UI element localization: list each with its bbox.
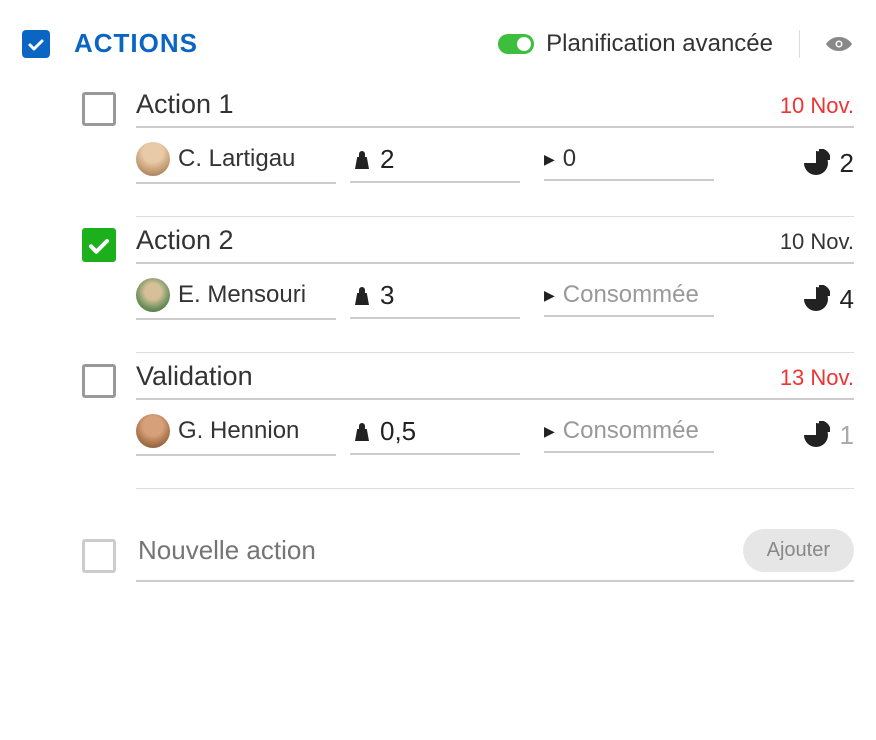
action-date: 13 Nov. bbox=[780, 365, 854, 391]
new-action-checkbox[interactable] bbox=[82, 539, 116, 573]
weight-icon bbox=[350, 283, 374, 307]
toggle-switch-icon bbox=[498, 34, 534, 54]
avatar bbox=[136, 278, 170, 312]
action-item: Action 1 10 Nov. C. Lartigau 2 ▶ 0 2 bbox=[82, 89, 854, 217]
assignee-field[interactable]: E. Mensouri bbox=[136, 278, 336, 320]
action-item: Validation 13 Nov. G. Hennion 0,5 ▶ Cons… bbox=[82, 361, 854, 489]
add-button[interactable]: Ajouter bbox=[743, 529, 854, 572]
pie-chart-icon bbox=[802, 421, 830, 449]
chart-value: 1 bbox=[840, 420, 854, 451]
action-title-field[interactable]: Action 2 10 Nov. bbox=[136, 225, 854, 264]
weight-field[interactable]: 3 bbox=[350, 280, 520, 319]
toggle-label: Planification avancée bbox=[546, 30, 773, 58]
assignee-field[interactable]: G. Hennion bbox=[136, 414, 336, 456]
new-action-row: Ajouter bbox=[82, 529, 854, 582]
assignee-name: G. Hennion bbox=[178, 417, 299, 445]
assignee-field[interactable]: C. Lartigau bbox=[136, 142, 336, 184]
assignee-name: E. Mensouri bbox=[178, 281, 306, 309]
select-all-checkbox[interactable] bbox=[22, 30, 50, 58]
action-title: Action 2 bbox=[136, 225, 234, 256]
consumed-field[interactable]: ▶ 0 bbox=[544, 145, 714, 181]
avatar bbox=[136, 142, 170, 176]
consumed-field[interactable]: ▶ Consommée bbox=[544, 417, 714, 453]
consumed-value: Consommée bbox=[563, 281, 699, 309]
section-title: ACTIONS bbox=[74, 28, 198, 59]
action-date: 10 Nov. bbox=[780, 229, 854, 255]
new-action-input[interactable] bbox=[136, 534, 743, 567]
weight-icon bbox=[350, 419, 374, 443]
weight-field[interactable]: 0,5 bbox=[350, 416, 520, 455]
visibility-button[interactable] bbox=[800, 29, 854, 59]
avatar bbox=[136, 414, 170, 448]
action-title: Validation bbox=[136, 361, 253, 392]
triangle-icon: ▶ bbox=[544, 151, 555, 168]
chart-field[interactable]: 1 bbox=[802, 420, 854, 451]
weight-field[interactable]: 2 bbox=[350, 144, 520, 183]
action-title-field[interactable]: Validation 13 Nov. bbox=[136, 361, 854, 400]
chart-field[interactable]: 4 bbox=[802, 284, 854, 315]
weight-value: 3 bbox=[380, 280, 394, 311]
action-date: 10 Nov. bbox=[780, 93, 854, 119]
action-title: Action 1 bbox=[136, 89, 234, 120]
action-checkbox[interactable] bbox=[82, 364, 116, 398]
assignee-name: C. Lartigau bbox=[178, 145, 295, 173]
advanced-planning-toggle[interactable]: Planification avancée bbox=[498, 30, 800, 58]
consumed-value: 0 bbox=[563, 145, 576, 173]
weight-value: 0,5 bbox=[380, 416, 416, 447]
triangle-icon: ▶ bbox=[544, 287, 555, 304]
weight-icon bbox=[350, 147, 374, 171]
triangle-icon: ▶ bbox=[544, 423, 555, 440]
action-item: Action 2 10 Nov. E. Mensouri 3 ▶ Consomm… bbox=[82, 225, 854, 353]
action-checkbox[interactable] bbox=[82, 92, 116, 126]
action-checkbox[interactable] bbox=[82, 228, 116, 262]
chart-value: 2 bbox=[840, 148, 854, 179]
pie-chart-icon bbox=[802, 285, 830, 313]
pie-chart-icon bbox=[802, 149, 830, 177]
consumed-value: Consommée bbox=[563, 417, 699, 445]
chart-value: 4 bbox=[840, 284, 854, 315]
chart-field[interactable]: 2 bbox=[802, 148, 854, 179]
action-title-field[interactable]: Action 1 10 Nov. bbox=[136, 89, 854, 128]
weight-value: 2 bbox=[380, 144, 394, 175]
consumed-field[interactable]: ▶ Consommée bbox=[544, 281, 714, 317]
